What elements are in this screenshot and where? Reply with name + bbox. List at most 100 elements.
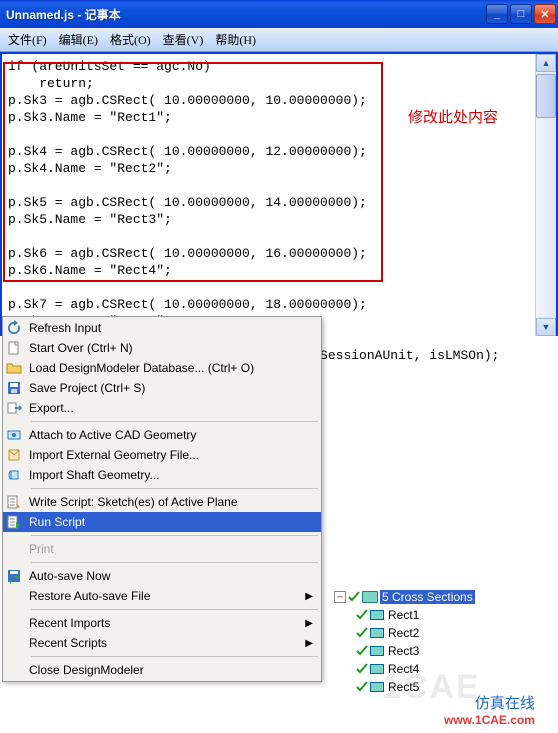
context-label: Import Shaft Geometry... <box>29 468 160 482</box>
import-geometry-icon <box>6 447 22 463</box>
menu-run-script[interactable]: Run Script <box>3 512 321 532</box>
menu-file[interactable]: 文件(F) <box>4 30 51 49</box>
context-label: Auto-save Now <box>29 569 110 583</box>
annotation-text: 修改此处内容 <box>408 106 498 127</box>
menu-view[interactable]: 查看(V) <box>159 30 208 49</box>
rect-icon <box>370 646 384 656</box>
tree-item-label: Rect2 <box>386 626 421 640</box>
context-label: Export... <box>29 401 74 415</box>
menu-export[interactable]: Export... <box>3 398 321 418</box>
menu-write-script[interactable]: Write Script: Sketch(es) of Active Plane <box>3 492 321 512</box>
title-bar: Unnamed.js - 记事本 _ □ ✕ <box>0 0 558 28</box>
model-tree: − 5 Cross Sections Rect1 Rect2 Rect3 Rec… <box>334 588 544 696</box>
context-label: Close DesignModeler <box>29 663 144 677</box>
rect-icon <box>370 682 384 692</box>
menu-separator <box>31 562 318 563</box>
import-shaft-icon <box>6 467 22 483</box>
menu-import-shaft[interactable]: Import Shaft Geometry... <box>3 465 321 485</box>
rect-icon <box>370 610 384 620</box>
code-editor[interactable]: if (areUnitsSet == agc.No) return; p.Sk3… <box>2 54 535 336</box>
context-menu: Refresh Input Start Over (Ctrl+ N) Load … <box>2 316 322 682</box>
new-file-icon <box>6 340 22 356</box>
window-buttons: _ □ ✕ <box>486 4 556 24</box>
menu-autosave-now[interactable]: Auto-save Now <box>3 566 321 586</box>
tree-item[interactable]: Rect2 <box>334 624 544 642</box>
maximize-button[interactable]: □ <box>510 4 532 24</box>
vertical-scrollbar[interactable]: ▲ ▼ <box>535 54 556 336</box>
refresh-icon <box>6 320 22 336</box>
tree-root-label[interactable]: 5 Cross Sections <box>380 590 475 604</box>
scroll-down-icon[interactable]: ▼ <box>536 318 556 336</box>
submenu-arrow-icon: ▶ <box>305 638 313 649</box>
tree-item[interactable]: Rect3 <box>334 642 544 660</box>
menu-import-external[interactable]: Import External Geometry File... <box>3 445 321 465</box>
run-script-icon <box>6 514 22 530</box>
tree-item-label: Rect4 <box>386 662 421 676</box>
window-title: Unnamed.js - 记事本 <box>6 6 486 23</box>
tree-item-label: Rect1 <box>386 608 421 622</box>
menu-restore-autosave[interactable]: Restore Auto-save File ▶ <box>3 586 321 606</box>
context-label: Run Script <box>29 515 85 529</box>
context-label: Write Script: Sketch(es) of Active Plane <box>29 495 238 509</box>
menu-recent-scripts[interactable]: Recent Scripts ▶ <box>3 633 321 653</box>
menu-attach-cad[interactable]: Attach to Active CAD Geometry <box>3 425 321 445</box>
open-folder-icon <box>6 360 22 376</box>
rect-icon <box>370 664 384 674</box>
save-icon <box>6 380 22 396</box>
folder-icon <box>362 591 378 603</box>
export-icon <box>6 400 22 416</box>
check-icon <box>356 627 368 639</box>
menu-close-designmodeler[interactable]: Close DesignModeler <box>3 660 321 680</box>
watermark-cn: 仿真在线 <box>444 692 535 713</box>
submenu-arrow-icon: ▶ <box>305 618 313 629</box>
menu-edit[interactable]: 编辑(E) <box>55 30 102 49</box>
tree-item[interactable]: Rect4 <box>334 660 544 678</box>
scroll-thumb[interactable] <box>536 74 556 118</box>
check-icon <box>356 609 368 621</box>
context-label: Attach to Active CAD Geometry <box>29 428 196 442</box>
tree-item[interactable]: Rect1 <box>334 606 544 624</box>
context-label: Refresh Input <box>29 321 101 335</box>
context-label: Load DesignModeler Database... (Ctrl+ O) <box>29 361 254 375</box>
menu-bar: 文件(F) 编辑(E) 格式(O) 查看(V) 帮助(H) <box>0 28 558 52</box>
menu-separator <box>31 609 318 610</box>
menu-help[interactable]: 帮助(H) <box>211 30 260 49</box>
rect-icon <box>370 628 384 638</box>
menu-separator <box>31 421 318 422</box>
menu-format[interactable]: 格式(O) <box>106 30 155 49</box>
menu-refresh-input[interactable]: Refresh Input <box>3 318 321 338</box>
tree-item-label: Rect5 <box>386 680 421 694</box>
check-icon <box>348 591 360 603</box>
tree-root[interactable]: − 5 Cross Sections <box>334 588 544 606</box>
menu-start-over[interactable]: Start Over (Ctrl+ N) <box>3 338 321 358</box>
watermark-footer: 仿真在线 www.1CAE.com <box>444 692 535 727</box>
context-label: Recent Scripts <box>29 636 107 650</box>
minimize-button[interactable]: _ <box>486 4 508 24</box>
watermark-url: www.1CAE.com <box>444 713 535 727</box>
menu-recent-imports[interactable]: Recent Imports ▶ <box>3 613 321 633</box>
menu-separator <box>31 656 318 657</box>
attach-icon <box>6 427 22 443</box>
tree-item-label: Rect3 <box>386 644 421 658</box>
context-label: Start Over (Ctrl+ N) <box>29 341 133 355</box>
menu-separator <box>31 488 318 489</box>
scroll-up-icon[interactable]: ▲ <box>536 54 556 72</box>
context-label: Print <box>29 542 54 556</box>
submenu-arrow-icon: ▶ <box>305 591 313 602</box>
menu-load-database[interactable]: Load DesignModeler Database... (Ctrl+ O) <box>3 358 321 378</box>
menu-print: Print <box>3 539 321 559</box>
menu-separator <box>31 535 318 536</box>
check-icon <box>356 681 368 693</box>
menu-save-project[interactable]: Save Project (Ctrl+ S) <box>3 378 321 398</box>
check-icon <box>356 663 368 675</box>
editor-wrap: if (areUnitsSet == agc.No) return; p.Sk3… <box>0 52 558 336</box>
autosave-icon <box>6 568 22 584</box>
context-label: Save Project (Ctrl+ S) <box>29 381 145 395</box>
collapse-icon[interactable]: − <box>334 591 346 603</box>
close-button[interactable]: ✕ <box>534 4 556 24</box>
write-script-icon <box>6 494 22 510</box>
context-label: Recent Imports <box>29 616 110 630</box>
scroll-track[interactable] <box>536 118 556 318</box>
context-label: Import External Geometry File... <box>29 448 199 462</box>
check-icon <box>356 645 368 657</box>
